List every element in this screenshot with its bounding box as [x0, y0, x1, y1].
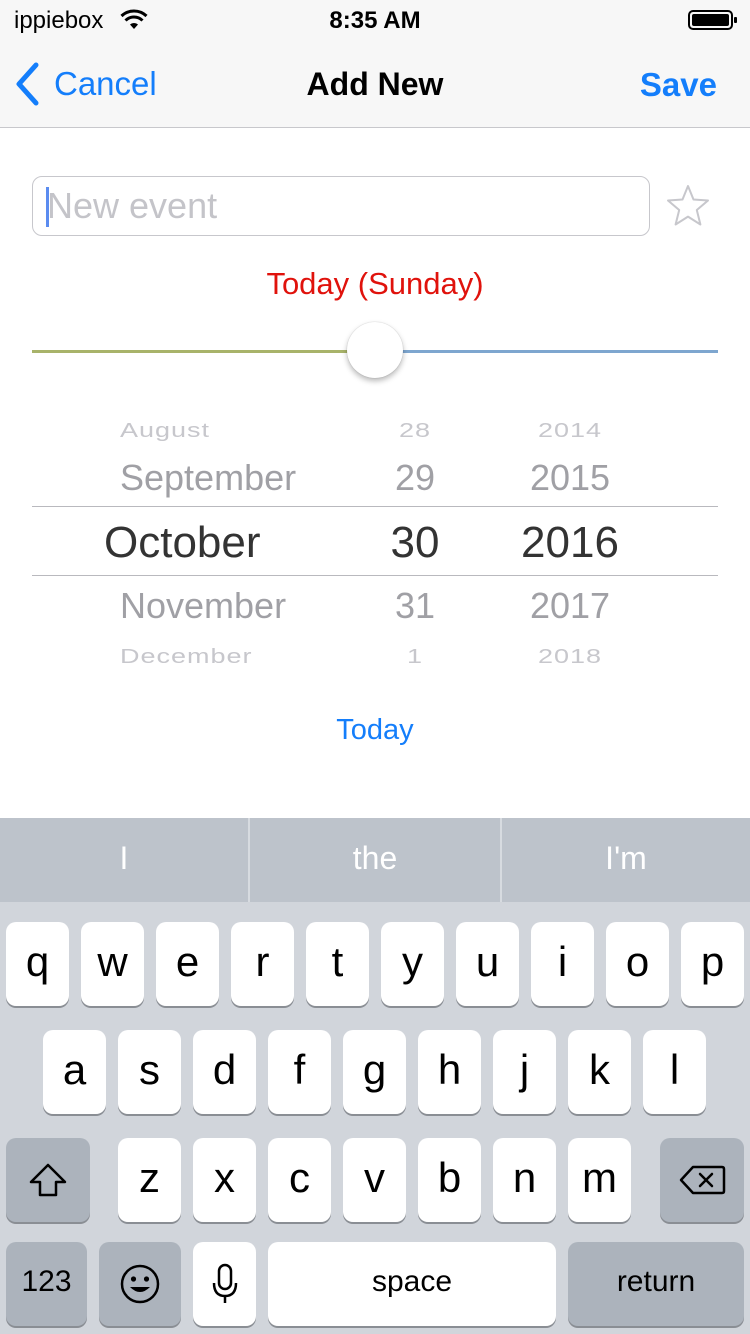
- star-icon[interactable]: [664, 182, 712, 230]
- month-wheel[interactable]: August September October November Decemb…: [70, 405, 360, 670]
- picker-month-option[interactable]: November: [120, 585, 286, 627]
- slider-track-maximum: [375, 350, 718, 353]
- delete-key[interactable]: [660, 1138, 744, 1222]
- suggestion-bar: I the I'm: [0, 818, 750, 902]
- key-v[interactable]: v: [343, 1138, 406, 1222]
- picker-month-option[interactable]: December: [120, 645, 253, 668]
- picker-month-selected[interactable]: October: [104, 518, 261, 568]
- picker-day-selected[interactable]: 30: [360, 518, 470, 568]
- key-o[interactable]: o: [606, 922, 669, 1006]
- picker-year-option[interactable]: 2018: [480, 645, 660, 668]
- keyboard: I the I'm q w e r t y u i o p a s d f g …: [0, 818, 750, 1334]
- microphone-key[interactable]: [193, 1242, 256, 1326]
- picker-year-option[interactable]: 2017: [480, 585, 660, 627]
- key-m[interactable]: m: [568, 1138, 631, 1222]
- key-r[interactable]: r: [231, 922, 294, 1006]
- key-t[interactable]: t: [306, 922, 369, 1006]
- return-key[interactable]: return: [568, 1242, 744, 1326]
- shift-icon: [29, 1163, 67, 1197]
- status-bar: ippiebox 8:35 AM: [0, 0, 750, 40]
- page-title: Add New: [306, 66, 444, 102]
- microphone-icon: [212, 1263, 237, 1303]
- key-k[interactable]: k: [568, 1030, 631, 1114]
- picker-year-selected[interactable]: 2016: [480, 518, 660, 568]
- navigation-bar: Cancel Add New Save: [0, 40, 750, 128]
- key-s[interactable]: s: [118, 1030, 181, 1114]
- key-c[interactable]: c: [268, 1138, 331, 1222]
- picker-day-option[interactable]: 31: [360, 585, 470, 627]
- key-d[interactable]: d: [193, 1030, 256, 1114]
- key-a[interactable]: a: [43, 1030, 106, 1114]
- key-u[interactable]: u: [456, 922, 519, 1006]
- key-n[interactable]: n: [493, 1138, 556, 1222]
- key-b[interactable]: b: [418, 1138, 481, 1222]
- delete-icon: [679, 1165, 726, 1195]
- suggestion-2[interactable]: the: [250, 818, 500, 902]
- event-name-input[interactable]: [47, 183, 637, 229]
- year-wheel[interactable]: 2014 2015 2016 2017 2018: [480, 405, 660, 670]
- suggestion-3[interactable]: I'm: [502, 818, 750, 902]
- key-i[interactable]: i: [531, 922, 594, 1006]
- space-key[interactable]: space: [268, 1242, 556, 1326]
- key-w[interactable]: w: [81, 922, 144, 1006]
- event-name-field[interactable]: [32, 176, 650, 236]
- battery-icon: [688, 10, 737, 30]
- key-h[interactable]: h: [418, 1030, 481, 1114]
- emoji-icon: [120, 1264, 160, 1304]
- slider-track-minimum: [32, 350, 375, 353]
- date-slider[interactable]: [32, 320, 718, 380]
- key-p[interactable]: p: [681, 922, 744, 1006]
- save-button[interactable]: Save: [640, 66, 717, 104]
- picker-month-option[interactable]: August: [120, 419, 210, 442]
- key-e[interactable]: e: [156, 922, 219, 1006]
- picker-year-option[interactable]: 2015: [480, 457, 660, 499]
- picker-day-option[interactable]: 29: [360, 457, 470, 499]
- status-time: 8:35 AM: [329, 7, 421, 34]
- date-picker[interactable]: August September October November Decemb…: [0, 405, 750, 670]
- picker-day-option[interactable]: 28: [360, 419, 470, 442]
- shift-key[interactable]: [6, 1138, 90, 1222]
- emoji-key[interactable]: [99, 1242, 181, 1326]
- key-z[interactable]: z: [118, 1138, 181, 1222]
- date-description: Today (Sunday): [266, 266, 484, 301]
- numbers-key[interactable]: 123: [6, 1242, 87, 1326]
- key-q[interactable]: q: [6, 922, 69, 1006]
- key-j[interactable]: j: [493, 1030, 556, 1114]
- key-y[interactable]: y: [381, 922, 444, 1006]
- slider-thumb[interactable]: [347, 322, 403, 378]
- key-f[interactable]: f: [268, 1030, 331, 1114]
- today-button[interactable]: Today: [0, 714, 750, 747]
- key-g[interactable]: g: [343, 1030, 406, 1114]
- picker-year-option[interactable]: 2014: [480, 419, 660, 442]
- suggestion-1[interactable]: I: [0, 818, 248, 902]
- picker-day-option[interactable]: 1: [360, 645, 470, 668]
- day-wheel[interactable]: 28 29 30 31 1: [360, 405, 470, 670]
- key-l[interactable]: l: [643, 1030, 706, 1114]
- picker-month-option[interactable]: September: [120, 457, 296, 499]
- key-x[interactable]: x: [193, 1138, 256, 1222]
